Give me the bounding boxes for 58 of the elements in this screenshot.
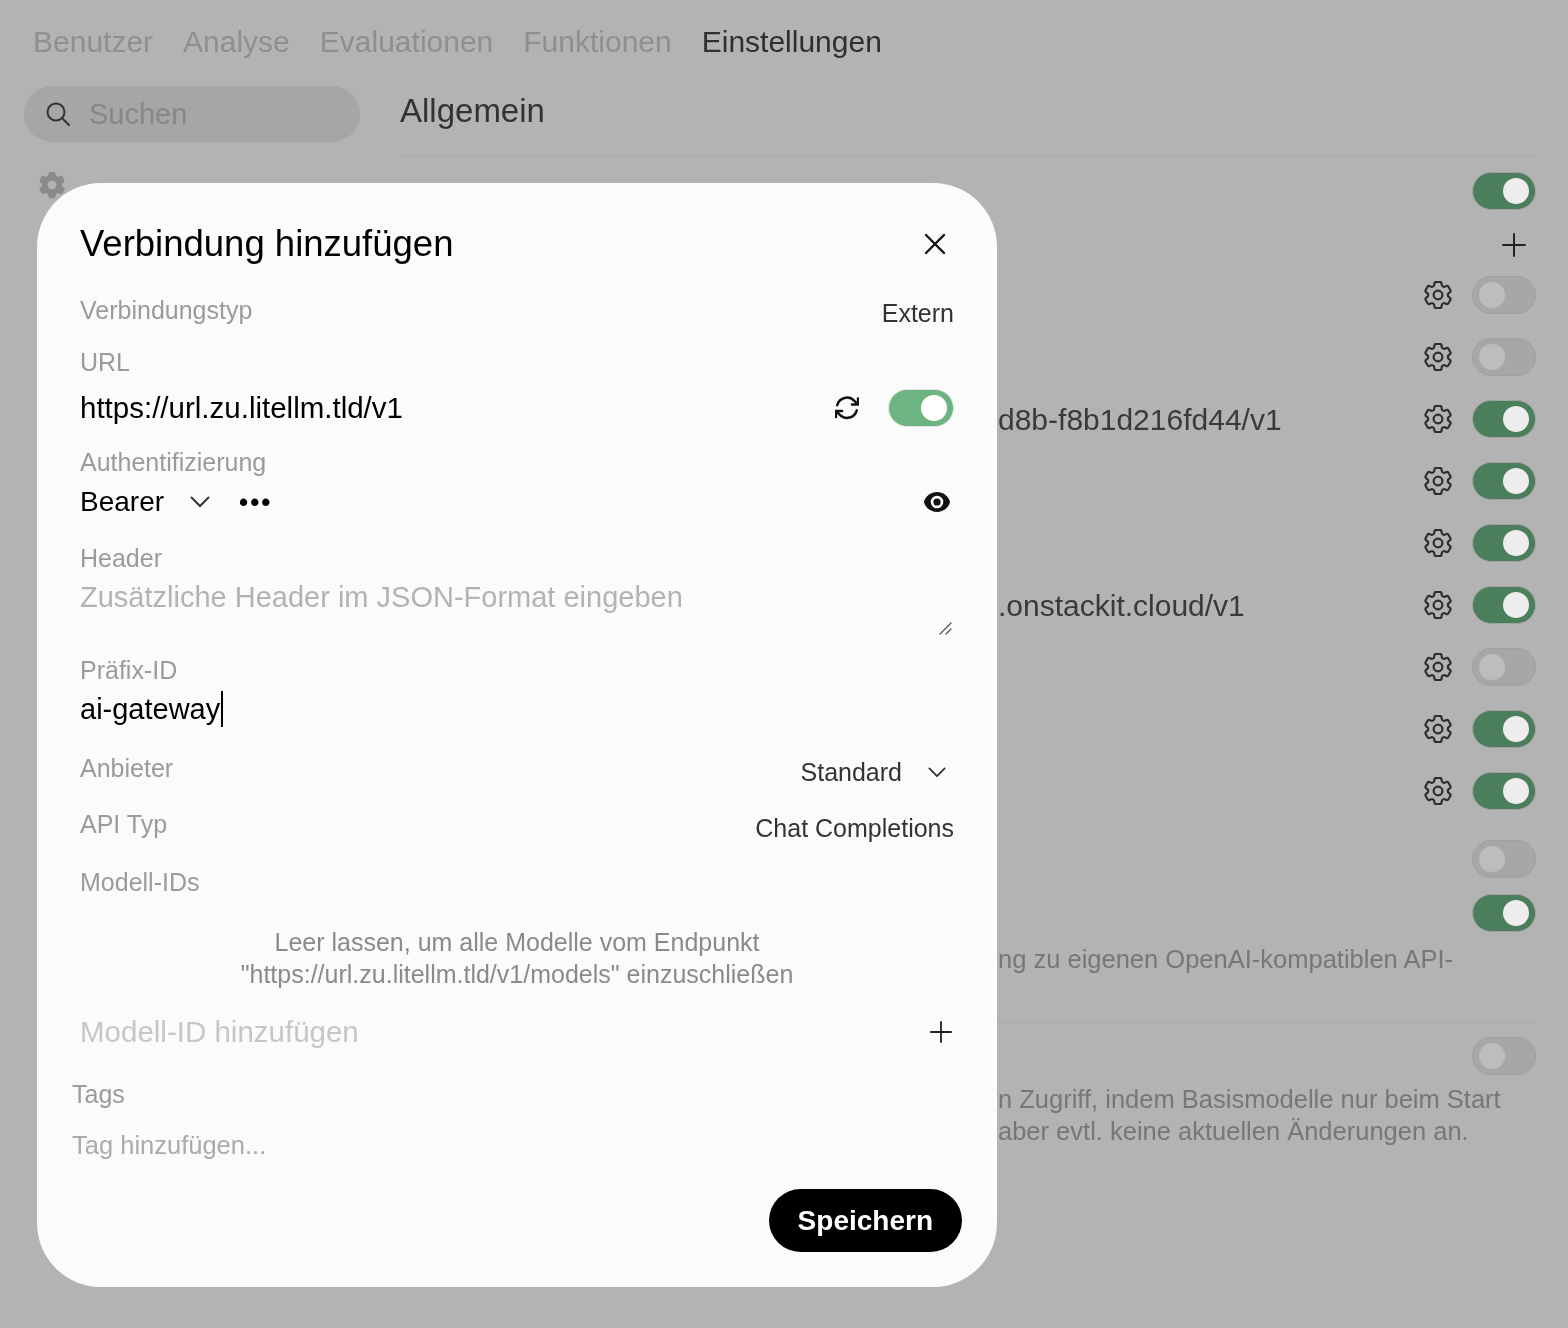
refresh-icon[interactable] <box>835 396 859 420</box>
field-label: Modell-IDs <box>80 867 200 898</box>
field-label: URL <box>80 347 130 378</box>
description-text: n Zugriff, indem Basismodelle nur beim Start aber evtl. keine aktuellen Änderungen an. <box>998 1084 1501 1147</box>
toggle-switch[interactable] <box>1472 710 1536 748</box>
url-input[interactable]: https://url.zu.litellm.tld/v1 <box>80 385 835 431</box>
connection-url: .onstackit.cloud/v1 <box>998 588 1245 622</box>
field-label: Authentifizierung <box>80 447 267 478</box>
field-label: Präfix-ID <box>80 655 178 686</box>
settings-icon[interactable] <box>1424 405 1452 433</box>
search-icon <box>46 102 70 126</box>
tag-input[interactable]: Tag hinzufügen... <box>72 1129 472 1161</box>
field-label: API Typ <box>80 809 168 840</box>
toggle-switch[interactable] <box>1472 772 1536 810</box>
add-icon[interactable] <box>1502 233 1526 257</box>
provider-select[interactable]: Standard <box>800 756 954 788</box>
field-label: Verbindungstyp <box>80 295 253 326</box>
save-button[interactable]: Speichern <box>768 1189 962 1252</box>
toggle-switch[interactable] <box>1472 648 1536 686</box>
toggle-switch[interactable] <box>1472 586 1536 624</box>
auth-type-select[interactable]: Bearer <box>80 484 211 520</box>
add-model-icon[interactable] <box>930 1021 952 1043</box>
toggle-switch[interactable] <box>1472 524 1536 562</box>
api-key-input[interactable]: ••• <box>239 482 924 522</box>
page-title: Allgemein <box>400 91 545 131</box>
field-label: Anbieter <box>80 753 174 784</box>
connection-url: d8b-f8b1d216fd44/v1 <box>998 402 1282 436</box>
field-label: Header <box>80 543 162 574</box>
prefix-id-input[interactable]: ai-gateway <box>80 691 224 727</box>
connection-type-toggle[interactable]: Extern <box>881 297 954 329</box>
chevron-down-icon <box>190 496 211 508</box>
settings-icon[interactable] <box>1424 777 1452 805</box>
field-label: Tags <box>72 1079 125 1110</box>
toggle-switch[interactable] <box>1472 172 1536 210</box>
settings-icon[interactable] <box>1424 715 1452 743</box>
hint-text: Leer lassen, um alle Modelle vom Endpunkt "https://url.zu.litellm.tld/v1/models" einzuschließen <box>239 927 795 990</box>
toggle-switch[interactable] <box>1472 462 1536 500</box>
settings-icon[interactable] <box>1424 653 1452 681</box>
gear-icon <box>38 171 66 199</box>
description-text: ng zu eigenen OpenAI-kompatiblen API- <box>998 944 1454 975</box>
settings-icon[interactable] <box>1424 343 1452 371</box>
toggle-switch[interactable] <box>1472 1037 1536 1075</box>
header-input[interactable]: Zusätzliche Header im JSON-Format eingeben <box>80 579 954 639</box>
toggle-switch[interactable] <box>1472 894 1536 932</box>
settings-icon[interactable] <box>1424 281 1452 309</box>
toggle-switch[interactable] <box>1472 400 1536 438</box>
chevron-down-icon <box>928 766 946 778</box>
resize-handle-icon[interactable] <box>939 622 952 635</box>
settings-icon[interactable] <box>1424 529 1452 557</box>
toggle-switch[interactable] <box>1472 276 1536 314</box>
settings-icon[interactable] <box>1424 591 1452 619</box>
toggle-switch[interactable] <box>1472 840 1536 878</box>
toggle-switch[interactable] <box>1472 338 1536 376</box>
dialog-title: Verbindung hinzufügen <box>80 222 454 266</box>
eye-icon[interactable] <box>924 492 950 512</box>
settings-icon[interactable] <box>1424 467 1452 495</box>
nav-tab[interactable]: Einstellungen <box>701 24 882 60</box>
api-type-toggle[interactable]: Chat Completions <box>755 812 954 844</box>
